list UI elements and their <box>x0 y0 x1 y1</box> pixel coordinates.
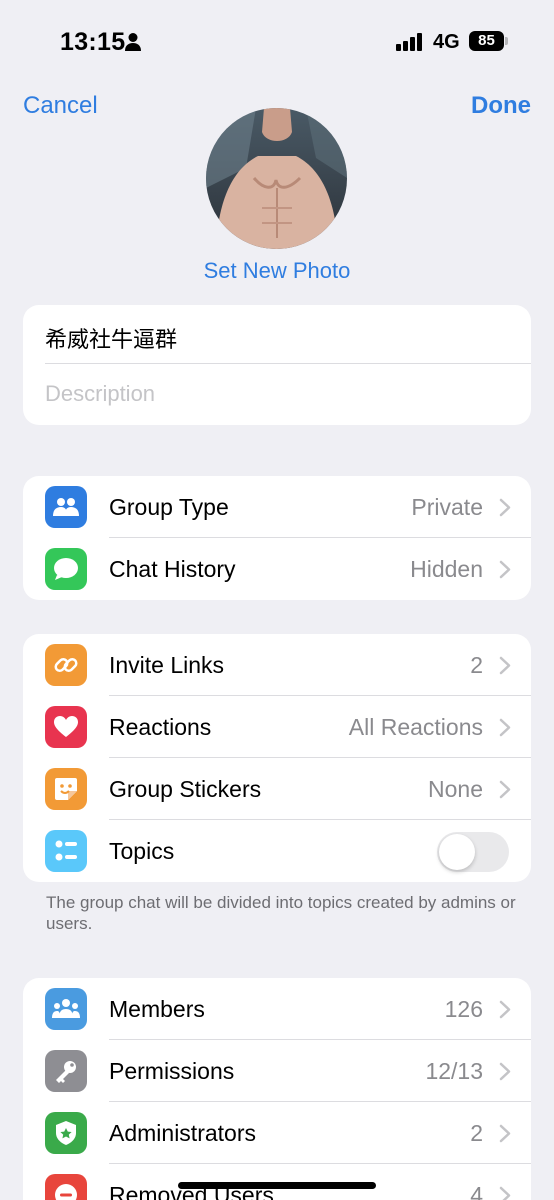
sticker-icon <box>45 768 87 810</box>
chevron-right-icon <box>499 1062 511 1081</box>
group-icon <box>45 486 87 528</box>
permissions-value: 12/13 <box>425 1058 483 1084</box>
members-row[interactable]: Members 126 <box>23 978 531 1040</box>
person-icon <box>125 33 141 51</box>
chevron-right-icon <box>499 1124 511 1143</box>
administrators-label: Administrators <box>109 1120 256 1146</box>
network-type: 4G <box>433 31 460 53</box>
status-bar: 13:15 4G 85 <box>0 0 554 84</box>
key-icon <box>45 1050 87 1092</box>
chat-history-value: Hidden <box>410 556 483 582</box>
chat-bubble-icon <box>45 548 87 590</box>
home-indicator <box>178 1182 376 1189</box>
topics-label: Topics <box>109 838 175 864</box>
invite-links-row[interactable]: Invite Links 2 <box>23 634 531 696</box>
chevron-right-icon <box>499 1000 511 1019</box>
group-type-value: Private <box>411 494 483 520</box>
permissions-row[interactable]: Permissions 12/13 <box>23 1040 531 1102</box>
status-time: 13:15 <box>60 28 126 56</box>
chevron-right-icon <box>499 1186 511 1200</box>
removed-users-value: 4 <box>470 1182 483 1200</box>
battery-icon: 85 <box>469 31 504 51</box>
invite-links-label: Invite Links <box>109 652 225 678</box>
topics-description: The group chat will be divided into topi… <box>46 893 516 933</box>
members-label: Members <box>109 996 205 1022</box>
group-admin-card: Members 126 Permissions 12/13 Administra… <box>23 978 531 1200</box>
set-new-photo-button[interactable]: Set New Photo <box>0 258 554 284</box>
topics-toggle[interactable] <box>437 832 509 872</box>
chevron-right-icon <box>499 780 511 799</box>
group-features-card: Invite Links 2 Reactions All Reactions G… <box>23 634 531 882</box>
chevron-right-icon <box>499 560 511 579</box>
group-settings-card: Group Type Private Chat History Hidden <box>23 476 531 600</box>
topics-row: Topics <box>23 820 531 882</box>
administrators-value: 2 <box>470 1120 483 1146</box>
heart-icon <box>45 706 87 748</box>
chat-history-row[interactable]: Chat History Hidden <box>23 538 531 600</box>
group-avatar[interactable] <box>206 108 347 249</box>
admin-badge-icon <box>45 1112 87 1154</box>
removed-user-icon <box>45 1174 87 1200</box>
invite-links-value: 2 <box>470 652 483 678</box>
battery-tip <box>505 37 508 45</box>
done-button[interactable]: Done <box>471 92 531 120</box>
battery-level: 85 <box>478 32 495 49</box>
group-stickers-row[interactable]: Group Stickers None <box>23 758 531 820</box>
chevron-right-icon <box>499 718 511 737</box>
group-name-row: 希威社牛逼群 <box>45 305 531 364</box>
reactions-value: All Reactions <box>348 714 483 740</box>
reactions-row[interactable]: Reactions All Reactions <box>23 696 531 758</box>
toggle-knob <box>439 834 475 870</box>
group-info-card: 希威社牛逼群 Description <box>23 305 531 425</box>
group-type-row[interactable]: Group Type Private <box>23 476 531 538</box>
signal-icon <box>396 33 422 51</box>
administrators-row[interactable]: Administrators 2 <box>23 1102 531 1164</box>
group-stickers-value: None <box>428 776 483 802</box>
members-value: 126 <box>444 996 483 1022</box>
group-type-label: Group Type <box>109 494 229 520</box>
description-input[interactable]: Description <box>45 381 155 407</box>
chevron-right-icon <box>499 656 511 675</box>
members-icon <box>45 988 87 1030</box>
reactions-label: Reactions <box>109 714 212 740</box>
cancel-button[interactable]: Cancel <box>23 92 98 120</box>
group-stickers-label: Group Stickers <box>109 776 262 802</box>
group-name-input[interactable]: 希威社牛逼群 <box>45 322 177 354</box>
topics-list-icon <box>45 830 87 872</box>
chevron-right-icon <box>499 498 511 517</box>
permissions-label: Permissions <box>109 1058 235 1084</box>
link-icon <box>45 644 87 686</box>
chat-history-label: Chat History <box>109 556 236 582</box>
